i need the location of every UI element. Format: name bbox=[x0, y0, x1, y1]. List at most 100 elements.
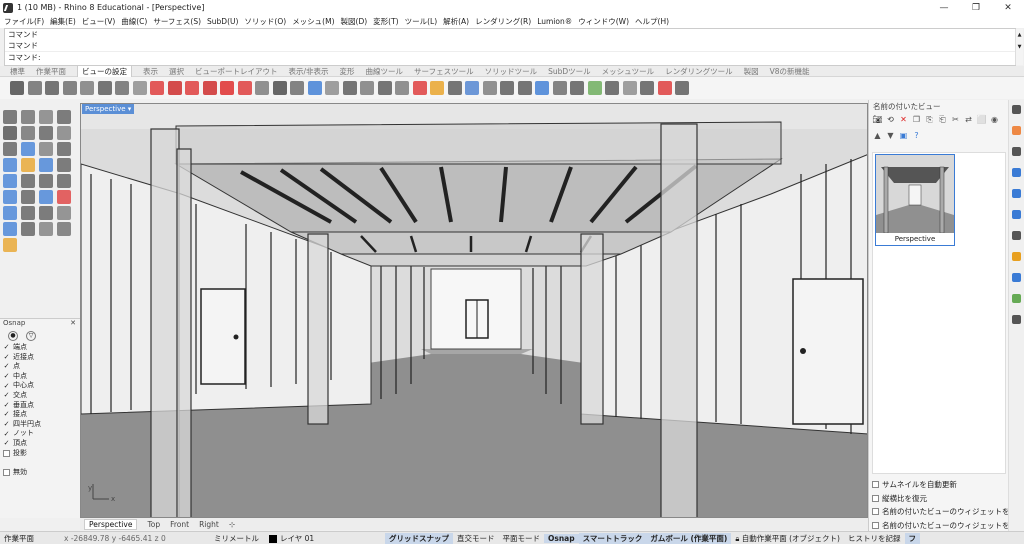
toolbar-tool-icon[interactable] bbox=[447, 81, 462, 95]
toolbox-tool-icon[interactable] bbox=[57, 190, 71, 204]
menu-item[interactable]: ソリッド(O) bbox=[244, 16, 286, 27]
toolbar-tab[interactable]: 標準 bbox=[10, 66, 25, 77]
toolbox-tool-icon[interactable] bbox=[57, 158, 71, 172]
close-icon[interactable]: ✕ bbox=[70, 319, 76, 329]
toolbar-tool-icon[interactable] bbox=[325, 81, 339, 95]
toolbar-tab[interactable]: サーフェスツール bbox=[414, 66, 474, 77]
osnap-checkbox[interactable] bbox=[3, 469, 10, 477]
option-checkbox[interactable] bbox=[872, 481, 879, 489]
units-status[interactable]: ミリメートル bbox=[210, 533, 265, 544]
menu-item[interactable]: 解析(A) bbox=[443, 16, 469, 27]
toolbar-tool-icon[interactable] bbox=[220, 81, 234, 95]
osnap-item[interactable]: ✓ 中点 bbox=[3, 372, 80, 382]
toolbar-tool-icon[interactable] bbox=[62, 81, 77, 95]
named-view-tool-icon[interactable]: ? bbox=[911, 130, 922, 141]
osnap-checkbox[interactable]: ✓ bbox=[3, 411, 10, 418]
toolbox-tool-icon[interactable] bbox=[57, 126, 71, 140]
toolbar-tool-icon[interactable] bbox=[27, 81, 42, 95]
toolbox-tool-icon[interactable] bbox=[39, 222, 53, 236]
menu-item[interactable]: 編集(E) bbox=[50, 16, 76, 27]
ortho-toggle[interactable]: 直交モード bbox=[453, 533, 499, 544]
osnap-checkbox[interactable]: ✓ bbox=[3, 421, 10, 428]
close-button[interactable]: ✕ bbox=[992, 0, 1024, 15]
toolbox-tool-icon[interactable] bbox=[3, 206, 17, 220]
menu-item[interactable]: ファイル(F) bbox=[4, 16, 44, 27]
panel-tab-icon[interactable] bbox=[1012, 273, 1021, 282]
osnap-item[interactable]: 無効 bbox=[3, 468, 80, 478]
command-prompt[interactable]: コマンド: bbox=[5, 51, 1015, 62]
osnap-checkbox[interactable] bbox=[3, 449, 10, 457]
option-checkbox[interactable] bbox=[872, 508, 879, 516]
toolbar-tool-icon[interactable] bbox=[675, 81, 689, 95]
toolbar-tool-icon[interactable] bbox=[482, 81, 497, 95]
osnap-checkbox[interactable]: ✓ bbox=[3, 373, 10, 380]
toolbar-tool-icon[interactable] bbox=[605, 81, 619, 95]
toolbox-tool-icon[interactable] bbox=[21, 174, 35, 188]
named-view-tool-icon[interactable]: ✕ bbox=[898, 114, 909, 125]
osnap-checkbox[interactable]: ✓ bbox=[3, 382, 10, 390]
filter-icon[interactable]: ▽ bbox=[26, 331, 36, 341]
viewport-tab[interactable]: ⊹ bbox=[229, 520, 235, 529]
history-toggle[interactable]: ヒストリを記録 bbox=[844, 533, 905, 544]
maximize-button[interactable]: ❐ bbox=[960, 0, 992, 15]
panel-tab-icon[interactable] bbox=[1012, 105, 1021, 114]
named-view-tool-icon[interactable]: ✂ bbox=[950, 114, 961, 125]
toolbar-tool-icon[interactable] bbox=[570, 81, 584, 95]
toolbox-tool-icon[interactable] bbox=[39, 158, 53, 172]
viewport-title[interactable]: Perspective ▾ bbox=[82, 104, 135, 114]
toolbox-tool-icon[interactable] bbox=[3, 126, 17, 140]
osnap-item[interactable]: ✓ ノット bbox=[3, 429, 80, 439]
named-view-option[interactable]: 名前の付いたビューのウィジェットを bbox=[872, 519, 1010, 533]
viewport-tab[interactable]: Perspective bbox=[84, 518, 138, 530]
planar-toggle[interactable]: 平面モード bbox=[499, 533, 545, 544]
grid-snap-toggle[interactable]: グリッドスナップ bbox=[385, 532, 453, 544]
toolbox-tool-icon[interactable] bbox=[39, 126, 53, 140]
toolbox-tool-icon[interactable] bbox=[21, 206, 35, 220]
toolbox-tool-icon[interactable] bbox=[39, 142, 53, 156]
named-view-tool-icon[interactable]: ◉ bbox=[989, 114, 1000, 125]
toolbar-tool-icon[interactable] bbox=[535, 81, 549, 95]
toolbar-tab[interactable]: ビューの設定 bbox=[77, 65, 132, 77]
toolbar-tool-icon[interactable] bbox=[360, 81, 374, 95]
toolbox-tool-icon[interactable] bbox=[3, 174, 17, 188]
osnap-item[interactable]: ✓ 近接点 bbox=[3, 353, 80, 363]
menu-item[interactable]: 製図(D) bbox=[341, 16, 368, 27]
viewport-tab[interactable]: Front bbox=[170, 520, 189, 529]
toolbox-tool-icon[interactable] bbox=[3, 110, 17, 124]
viewport-tab[interactable]: Top bbox=[147, 520, 160, 529]
toolbar-tool-icon[interactable] bbox=[167, 81, 182, 95]
toolbar-tool-icon[interactable] bbox=[640, 81, 654, 95]
osnap-toggle[interactable]: Osnap bbox=[544, 533, 579, 543]
panel-tab-icon[interactable] bbox=[1012, 294, 1021, 303]
panel-tab-icon[interactable] bbox=[1012, 168, 1021, 177]
panel-tab-icon[interactable] bbox=[1012, 315, 1021, 324]
named-view-option[interactable]: 名前の付いたビューのウィジェットを bbox=[872, 505, 1010, 519]
toolbar-tool-icon[interactable] bbox=[587, 81, 602, 95]
toolbar-tool-icon[interactable] bbox=[45, 81, 59, 95]
menu-item[interactable]: ウィンドウ(W) bbox=[578, 16, 629, 27]
toolbox-tool-icon[interactable] bbox=[39, 110, 53, 124]
menu-item[interactable]: ビュー(V) bbox=[82, 16, 115, 27]
toolbar-tool-icon[interactable] bbox=[622, 81, 637, 95]
toolbar-tab[interactable]: 選択 bbox=[169, 66, 184, 77]
viewport-tab[interactable]: Right bbox=[199, 520, 219, 529]
named-view-thumbnail[interactable]: Perspective bbox=[875, 154, 955, 246]
menu-item[interactable]: レンダリング(R) bbox=[475, 16, 531, 27]
panel-tab-icon[interactable] bbox=[1012, 126, 1021, 135]
toolbar-tool-icon[interactable] bbox=[517, 81, 532, 95]
toolbox-tool-icon[interactable] bbox=[39, 174, 53, 188]
command-area[interactable]: コマンド コマンド コマンド: bbox=[4, 28, 1016, 66]
menu-item[interactable]: サーフェス(S) bbox=[153, 16, 201, 27]
toolbar-tool-icon[interactable] bbox=[272, 81, 287, 95]
perspective-viewport[interactable]: x y bbox=[80, 103, 868, 518]
toolbar-tab[interactable]: ビューポートレイアウト bbox=[195, 66, 278, 77]
command-scrollbar[interactable]: ▲ ▼ bbox=[1015, 29, 1023, 65]
osnap-item[interactable]: ✓ 垂直点 bbox=[3, 401, 80, 411]
toolbar-tab[interactable]: 作業平面 bbox=[36, 66, 66, 77]
osnap-item[interactable]: ✓ 頂点 bbox=[3, 439, 80, 449]
toolbox-tool-icon[interactable] bbox=[3, 190, 17, 204]
toolbar-tab[interactable]: 表示 bbox=[143, 66, 158, 77]
menu-item[interactable]: 曲線(C) bbox=[121, 16, 147, 27]
osnap-item[interactable]: ✓ 四半円点 bbox=[3, 420, 80, 430]
osnap-mode-icon[interactable]: ● bbox=[8, 331, 18, 341]
